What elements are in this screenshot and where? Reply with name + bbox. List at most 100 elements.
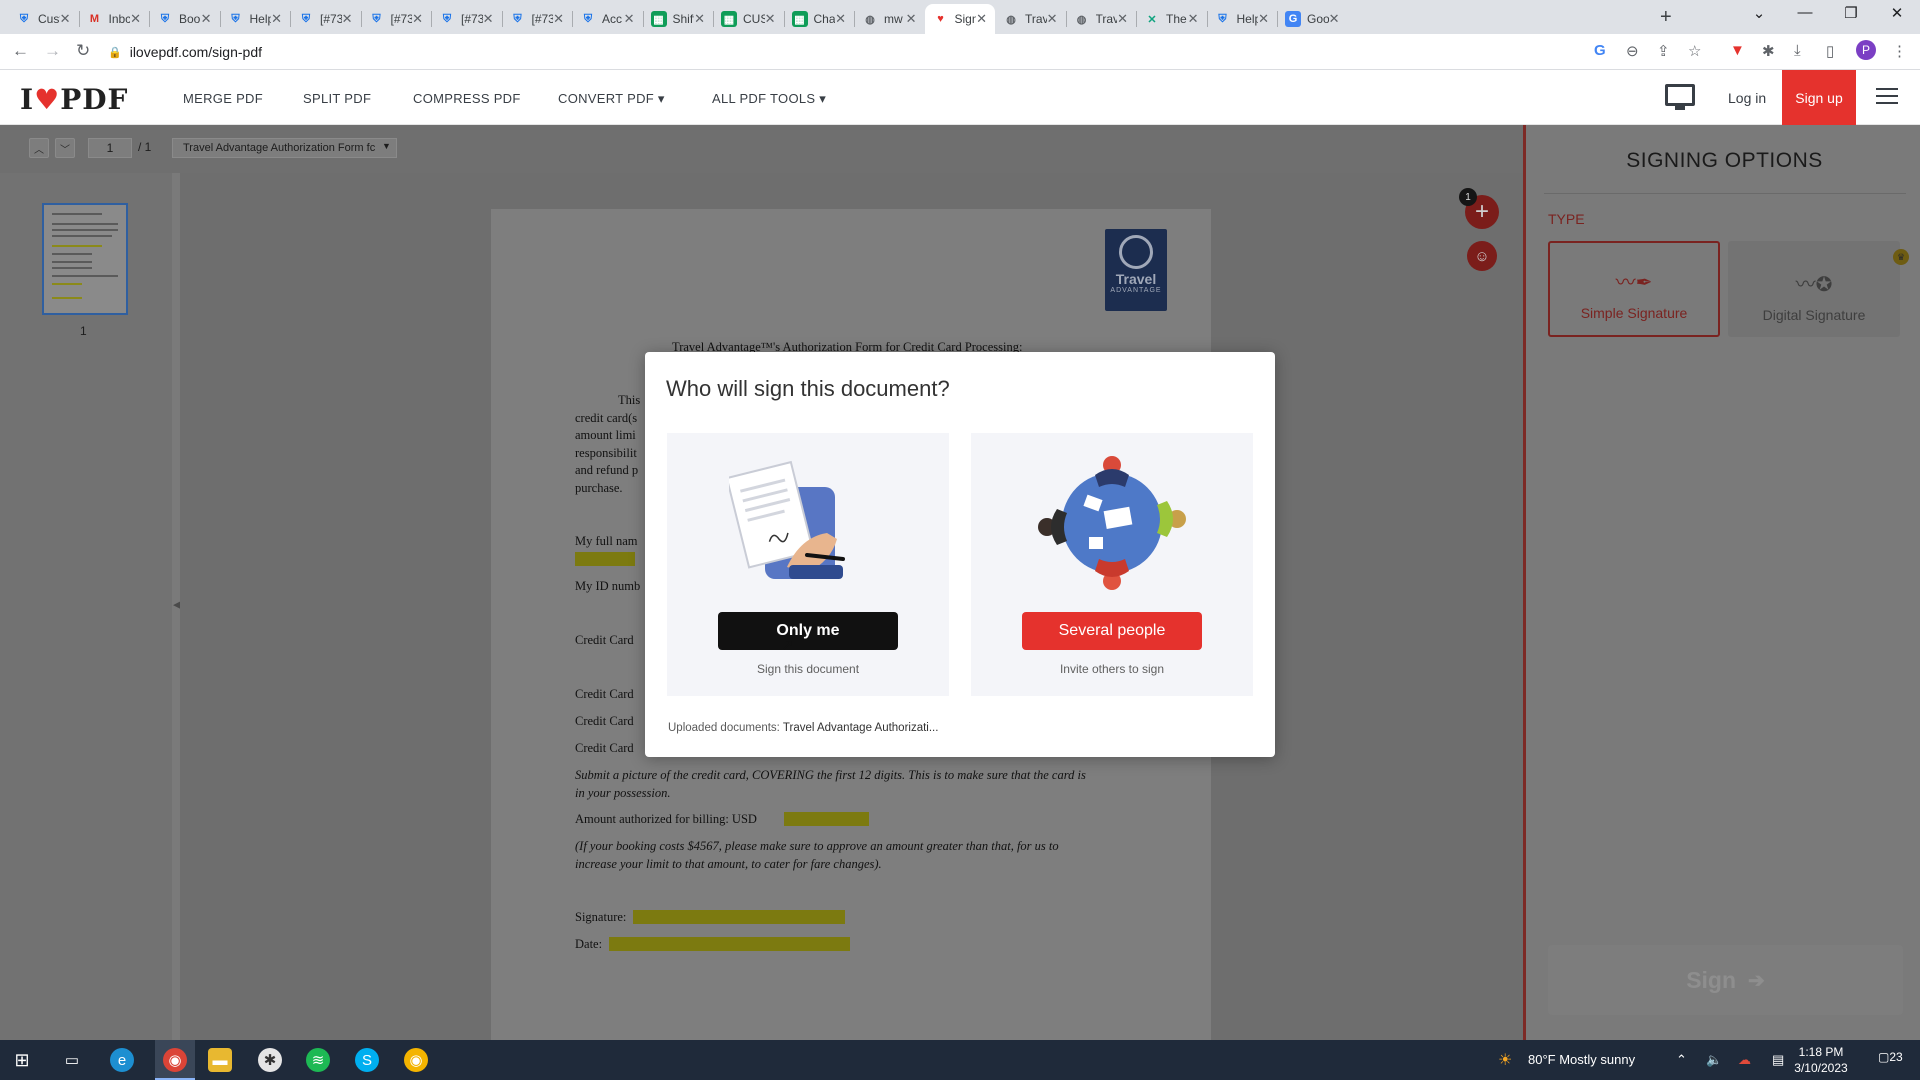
signup-button[interactable]: Sign up xyxy=(1782,70,1856,125)
spotify-icon[interactable]: ≋ xyxy=(306,1048,330,1072)
browser-tab[interactable]: ⛨ Boo ✕ xyxy=(149,4,220,34)
page-number-input[interactable]: 1 xyxy=(88,138,132,158)
close-tab-icon[interactable]: ✕ xyxy=(1258,11,1269,27)
menu-icon[interactable] xyxy=(1876,88,1898,104)
browser-tab[interactable]: M Inbc ✕ xyxy=(79,4,150,34)
browser-tab[interactable]: ▦ CUS ✕ xyxy=(713,4,784,34)
minimize-button[interactable]: — xyxy=(1782,4,1828,21)
browser-tab[interactable]: ⛨ [#73 ✕ xyxy=(502,4,573,34)
signers-icon[interactable]: ☺ xyxy=(1467,241,1497,271)
browser-tab[interactable]: ⛨ [#73 ✕ xyxy=(290,4,361,34)
side-panel-icon[interactable]: ▯ xyxy=(1826,42,1834,60)
back-icon[interactable]: ← xyxy=(12,41,29,61)
close-tab-icon[interactable]: ✕ xyxy=(483,11,494,27)
several-people-card[interactable]: Several people Invite others to sign xyxy=(971,433,1253,696)
restore-button[interactable]: ❐ xyxy=(1828,4,1874,22)
browser-tab[interactable]: ✕ The ✕ xyxy=(1136,4,1207,34)
google-icon[interactable]: G xyxy=(1594,42,1606,59)
share-icon[interactable]: ⇪ xyxy=(1657,42,1670,60)
browser-tab[interactable]: ▦ Shift✕ xyxy=(643,4,714,34)
file-selector-caret-icon[interactable]: ▼ xyxy=(382,141,391,151)
browser-tab[interactable]: ◍ mw ✕ xyxy=(854,4,925,34)
close-tab-icon[interactable]: ✕ xyxy=(1047,11,1058,27)
close-tab-icon[interactable]: ✕ xyxy=(906,11,917,27)
nav-merge-pdf[interactable]: MERGE PDF xyxy=(183,91,263,106)
date-field[interactable] xyxy=(609,937,850,951)
close-tab-icon[interactable]: ✕ xyxy=(1329,11,1340,27)
nav-compress-pdf[interactable]: COMPRESS PDF xyxy=(413,91,521,106)
reload-icon[interactable]: ↻ xyxy=(76,41,90,61)
digital-signature-option[interactable]: 〰✪ Digital Signature xyxy=(1728,241,1900,337)
close-tab-icon[interactable]: ✕ xyxy=(553,11,564,27)
weather-text[interactable]: 80°F Mostly sunny xyxy=(1528,1052,1635,1067)
task-view-icon[interactable]: ▭ xyxy=(60,1048,84,1072)
skype-icon[interactable]: S xyxy=(355,1048,379,1072)
browser-tab[interactable]: ⛨ Acc ✕ xyxy=(572,4,643,34)
close-tab-icon[interactable]: ✕ xyxy=(412,11,423,27)
lock-icon[interactable]: 🔒 xyxy=(108,46,122,59)
windows-start-icon[interactable]: ⊞ xyxy=(10,1048,34,1072)
file-selector[interactable]: Travel Advantage Authorization Form fc xyxy=(172,138,397,158)
only-me-button[interactable]: Only me xyxy=(718,612,898,650)
signature-field[interactable] xyxy=(633,910,845,924)
close-tab-icon[interactable]: ✕ xyxy=(130,11,141,27)
close-tab-icon[interactable]: ✕ xyxy=(835,11,846,27)
zoom-icon[interactable]: ⊖ xyxy=(1626,42,1639,60)
close-tab-icon[interactable]: ✕ xyxy=(624,11,635,27)
file-explorer-icon[interactable]: ▬ xyxy=(208,1048,232,1072)
onedrive-icon[interactable]: ☁ xyxy=(1738,1052,1751,1068)
browser-tab[interactable]: ⛨ [#73 ✕ xyxy=(431,4,502,34)
browser-tab[interactable]: ◍ Trav ✕ xyxy=(1066,4,1137,34)
system-clock[interactable]: 1:18 PM 3/10/2023 xyxy=(1786,1044,1856,1076)
browser-tab[interactable]: ♥ Sign ✕ xyxy=(924,4,995,34)
browser-tab[interactable]: ⛨ Help ✕ xyxy=(1207,4,1278,34)
bookmark-star-icon[interactable]: ☆ xyxy=(1688,42,1701,60)
browser-tab[interactable]: ▦ Cha ✕ xyxy=(784,4,855,34)
browser-tab[interactable]: G Goo ✕ xyxy=(1277,4,1348,34)
amount-field[interactable] xyxy=(784,812,869,826)
nav-convert-pdf[interactable]: CONVERT PDF ▾ xyxy=(558,91,665,107)
ilovepdf-logo[interactable]: I♥PDF xyxy=(20,83,128,116)
tray-overflow-icon[interactable]: ⌃ xyxy=(1676,1052,1687,1068)
close-tab-icon[interactable]: ✕ xyxy=(271,11,282,27)
several-people-button[interactable]: Several people xyxy=(1022,612,1202,650)
edge-icon[interactable]: e xyxy=(110,1048,134,1072)
close-tab-icon[interactable]: ✕ xyxy=(694,11,705,27)
close-tab-icon[interactable]: ✕ xyxy=(765,11,776,27)
forward-icon[interactable]: → xyxy=(44,41,61,61)
notification-center-icon[interactable]: ▢23 xyxy=(1878,1050,1903,1064)
chrome-canary-icon[interactable]: ◉ xyxy=(404,1048,428,1072)
download-icon[interactable]: ⤓ xyxy=(1794,42,1801,59)
weather-sun-icon[interactable]: ☀ xyxy=(1498,1050,1512,1070)
profile-avatar[interactable]: P xyxy=(1856,40,1876,60)
extensions-puzzle-icon[interactable]: ✱ xyxy=(1762,42,1775,60)
browser-tab[interactable]: ⛨ [#73 ✕ xyxy=(361,4,432,34)
simple-signature-option[interactable]: 〰✒ Simple Signature xyxy=(1548,241,1720,337)
login-link[interactable]: Log in xyxy=(1728,90,1766,106)
page-thumbnail[interactable] xyxy=(42,203,128,315)
only-me-card[interactable]: Only me ➚ Sign this document xyxy=(667,433,949,696)
close-tab-icon[interactable]: ✕ xyxy=(1117,11,1128,27)
form-field-highlight[interactable] xyxy=(575,552,635,566)
prev-page-icon[interactable]: ︿ xyxy=(29,138,49,158)
close-tab-icon[interactable]: ✕ xyxy=(201,11,212,27)
chrome-icon[interactable]: ◉ xyxy=(163,1048,187,1072)
volume-icon[interactable]: 🔈 xyxy=(1706,1052,1722,1068)
browser-menu-icon[interactable]: ⋮ xyxy=(1892,42,1907,60)
browser-tab[interactable]: ◍ Trav ✕ xyxy=(995,4,1066,34)
extension-icon[interactable]: ▼ xyxy=(1730,42,1745,59)
close-tab-icon[interactable]: ✕ xyxy=(342,11,353,27)
nav-split-pdf[interactable]: SPLIT PDF xyxy=(303,91,371,106)
nav-all-pdf-tools[interactable]: ALL PDF TOOLS ▾ xyxy=(712,91,826,107)
close-tab-icon[interactable]: ✕ xyxy=(976,11,987,27)
desktop-app-icon[interactable] xyxy=(1665,84,1695,110)
network-icon[interactable]: ▤ xyxy=(1772,1052,1784,1068)
close-tab-icon[interactable]: ✕ xyxy=(60,11,71,27)
new-tab-button[interactable]: + xyxy=(1660,6,1672,29)
address-bar[interactable]: 🔒 ilovepdf.com/sign-pdf xyxy=(108,38,1708,66)
url-text[interactable]: ilovepdf.com/sign-pdf xyxy=(130,44,262,60)
next-page-icon[interactable]: ﹀ xyxy=(55,138,75,158)
close-tab-icon[interactable]: ✕ xyxy=(1188,11,1199,27)
browser-tab[interactable]: ⛨ Cust✕ xyxy=(8,4,79,34)
browser-tab[interactable]: ⛨ Help ✕ xyxy=(220,4,291,34)
